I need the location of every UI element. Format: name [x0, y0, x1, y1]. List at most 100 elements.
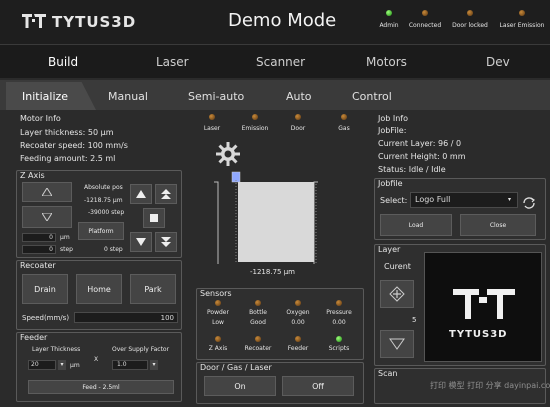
motor-info-panel: Motor Info Layer thickness: 50 µm Recoat… — [16, 112, 186, 168]
center-led-emission: Emission — [238, 114, 272, 132]
speed-input[interactable]: 100 — [74, 312, 178, 323]
sensor-scripts: Scripts — [318, 336, 360, 352]
status-text: Status: Idle / Idle — [378, 165, 446, 174]
layer-preview-logo — [453, 289, 515, 319]
brand-name: TYTUS3D — [52, 13, 137, 31]
oversupply-label: Over Supply Factor — [112, 346, 170, 353]
off-button[interactable]: Off — [282, 376, 354, 396]
layer-preview-text: TYTUS3D — [449, 329, 508, 340]
factor-input[interactable]: 1.0 — [112, 360, 148, 370]
z-up-small-button[interactable] — [130, 184, 152, 204]
step-value-unit: step — [109, 246, 123, 253]
drain-button[interactable]: Drain — [22, 274, 68, 304]
z-down-small-button[interactable] — [130, 232, 152, 252]
thickness-input[interactable]: 20 — [28, 360, 56, 370]
layer-thickness-text: Layer thickness: 50 µm — [20, 128, 114, 137]
status-label: Admin — [379, 22, 399, 29]
sensor-pressure: Pressure 0.00 — [318, 300, 360, 326]
led-icon — [336, 300, 342, 306]
feed-button[interactable]: Feed - 2.5ml — [28, 380, 174, 394]
sensor-label: Powder — [207, 309, 229, 316]
thickness-stepper[interactable]: ▾ — [58, 360, 66, 370]
home-button[interactable]: Home — [76, 274, 122, 304]
step-value: 0 — [104, 246, 108, 253]
sensor-bottle: Bottle Good — [238, 300, 278, 326]
on-button[interactable]: On — [204, 376, 276, 396]
zoom-in-button[interactable] — [380, 280, 414, 308]
subtab-manual[interactable]: Manual — [108, 90, 148, 103]
job-info-panel: Job Info JobFile: Current Layer: 96 / 0 … — [376, 112, 546, 176]
led-icon — [255, 300, 261, 306]
status-led-icon — [519, 10, 525, 16]
subtab-initialize-label[interactable]: Initialize — [22, 90, 68, 103]
sensor-powder: Powder Low — [198, 300, 238, 326]
sensor-label: Z Axis — [208, 345, 228, 352]
z-up-button[interactable] — [22, 182, 72, 202]
load-button[interactable]: Load — [380, 214, 452, 236]
park-button[interactable]: Park — [130, 274, 176, 304]
tab-dev[interactable]: Dev — [486, 55, 510, 69]
led-icon — [255, 336, 261, 342]
jobfile-selected: Logo Full — [415, 195, 451, 204]
z-down-button[interactable] — [22, 206, 72, 228]
refresh-icon[interactable] — [522, 194, 536, 209]
um-input[interactable]: 0 — [22, 233, 56, 242]
double-arrow-up-icon — [161, 189, 171, 199]
arrow-down-icon — [136, 238, 146, 246]
center-led-gas: Gas — [332, 114, 356, 132]
z-up-fast-button[interactable] — [155, 184, 177, 204]
status-indicator-connected: Connected — [407, 10, 443, 29]
sensor-label: Bottle — [249, 309, 267, 316]
tab-scanner[interactable]: Scanner — [256, 55, 305, 69]
um-unit: µm — [60, 234, 70, 241]
status-led-icon — [422, 10, 428, 16]
recoater-title: Recoater — [20, 261, 56, 270]
subtab-semi-auto[interactable]: Semi-auto — [188, 90, 244, 103]
sensor-label: Recoater — [244, 345, 272, 352]
z-down-fast-button[interactable] — [155, 232, 177, 252]
chevron-down-icon — [389, 338, 405, 350]
layer-preview: TYTUS3D — [424, 252, 542, 362]
led-icon — [209, 114, 215, 120]
layer-thickness-label: Layer Thickness — [32, 346, 81, 353]
watermark: 打印 模型 打印 分享 dayinpai.com — [430, 381, 550, 390]
tab-build[interactable]: Build — [48, 55, 78, 69]
subtab-auto[interactable]: Auto — [286, 90, 312, 103]
layer-value: 5 — [412, 316, 417, 324]
step-input[interactable]: 0 — [22, 245, 56, 254]
led-icon — [215, 300, 221, 306]
position-step-readout: -39000 step — [88, 209, 125, 216]
brand-logo-icon — [22, 13, 46, 28]
app-header: TYTUS3D Demo Mode Admin Connected Door l… — [0, 0, 550, 44]
z-axis-title: Z Axis — [20, 171, 45, 180]
led-label: Laser — [203, 125, 221, 132]
center-led-laser: Laser — [200, 114, 224, 132]
chamber-position-readout: -1218.75 µm — [250, 268, 295, 276]
sensor-label: Pressure — [326, 309, 352, 316]
status-led-icon — [467, 10, 473, 16]
stop-button[interactable] — [143, 208, 165, 228]
close-button[interactable]: Close — [460, 214, 536, 236]
absolute-pos-label: Absolute pos — [84, 184, 123, 191]
feeder-title: Feeder — [20, 333, 48, 342]
tab-laser[interactable]: Laser — [156, 55, 189, 69]
sensor-value: Low — [212, 319, 224, 326]
jobfile-select[interactable]: Logo Full — [410, 192, 518, 208]
platform-button[interactable]: Platform — [78, 222, 124, 240]
subtab-control[interactable]: Control — [352, 90, 392, 103]
current-label: Curent — [384, 262, 411, 271]
factor-stepper[interactable]: ▾ — [150, 360, 158, 370]
motor-info-title: Motor Info — [20, 114, 61, 123]
chevron-down-icon[interactable]: ▾ — [508, 196, 511, 203]
status-label: Connected — [408, 22, 442, 29]
zoom-out-button[interactable] — [380, 330, 414, 358]
multiply-label: X — [94, 356, 99, 363]
led-icon — [215, 336, 221, 342]
sensor-value: Good — [250, 319, 266, 326]
feeding-amount-text: Feeding amount: 2.5 ml — [20, 154, 116, 163]
tab-motors[interactable]: Motors — [366, 55, 407, 69]
status-indicator-laser-emission: Laser Emission — [496, 10, 548, 29]
select-label: Select: — [380, 196, 408, 205]
status-indicator-admin: Admin — [374, 10, 404, 29]
jobfile-text: JobFile: — [378, 126, 407, 135]
